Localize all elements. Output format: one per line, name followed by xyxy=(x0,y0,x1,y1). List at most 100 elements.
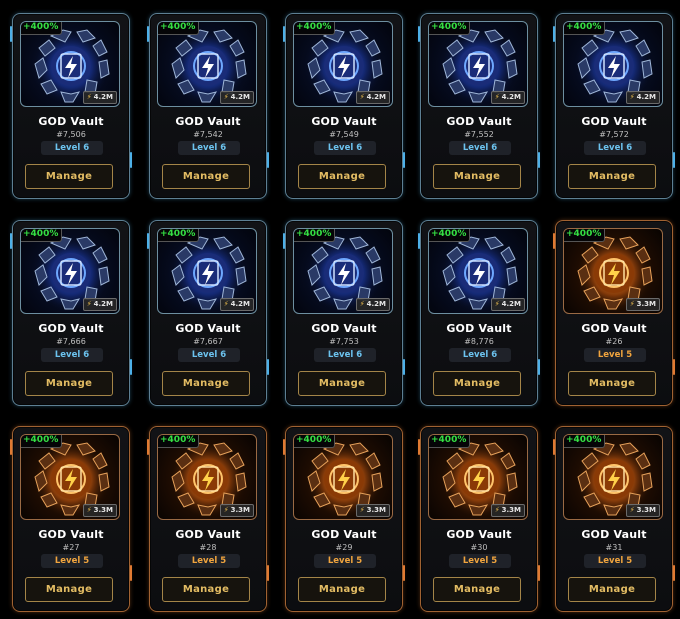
manage-button[interactable]: Manage xyxy=(25,164,113,189)
manage-button[interactable]: Manage xyxy=(298,577,386,602)
bonus-badge: +400% xyxy=(429,22,471,35)
lightning-bolt-icon: ⚡ xyxy=(359,93,365,101)
vault-card: +400% ⚡ 3.3M GOD Vault #29 Level 5 Manag… xyxy=(283,426,405,612)
level-badge: Level 6 xyxy=(178,141,240,155)
vault-image: +400% ⚡ 4.2M xyxy=(293,21,393,107)
vault-image: +400% ⚡ 4.2M xyxy=(20,228,120,314)
power-badge: ⚡ 4.2M xyxy=(355,91,390,104)
power-value: 3.3M xyxy=(366,506,386,514)
manage-button[interactable]: Manage xyxy=(298,371,386,396)
bonus-badge: +400% xyxy=(158,22,200,35)
power-value: 4.2M xyxy=(501,93,521,101)
vault-number: #8,776 xyxy=(464,337,494,346)
vault-number: #7,666 xyxy=(56,337,86,346)
vault-image: +400% ⚡ 3.3M xyxy=(428,434,528,520)
vault-image: +400% ⚡ 4.2M xyxy=(428,21,528,107)
lightning-bolt-icon: ⚡ xyxy=(359,300,365,308)
vault-name: GOD Vault xyxy=(311,115,377,128)
level-badge: Level 5 xyxy=(314,554,376,568)
manage-button[interactable]: Manage xyxy=(568,371,656,396)
vault-name: GOD Vault xyxy=(311,528,377,541)
vault-card: +400% ⚡ 4.2M GOD Vault #7,667 Level 6 Ma… xyxy=(147,220,269,406)
bonus-badge: +400% xyxy=(158,229,200,242)
manage-button[interactable]: Manage xyxy=(162,577,250,602)
vault-image: +400% ⚡ 4.2M xyxy=(157,21,257,107)
level-badge: Level 6 xyxy=(178,348,240,362)
level-badge: Level 6 xyxy=(449,348,511,362)
vault-name: GOD Vault xyxy=(175,322,241,335)
manage-button[interactable]: Manage xyxy=(25,371,113,396)
vault-number: #7,549 xyxy=(329,130,359,139)
vault-name: GOD Vault xyxy=(38,322,104,335)
manage-button[interactable]: Manage xyxy=(433,371,521,396)
lightning-bolt-icon: ⚡ xyxy=(494,506,500,514)
power-value: 3.3M xyxy=(501,506,521,514)
bonus-badge: +400% xyxy=(564,435,606,448)
lightning-bolt-icon: ⚡ xyxy=(86,300,92,308)
power-badge: ⚡ 4.2M xyxy=(490,91,525,104)
vault-name: GOD Vault xyxy=(581,115,647,128)
vault-number: #7,753 xyxy=(329,337,359,346)
power-badge: ⚡ 4.2M xyxy=(219,298,254,311)
power-value: 4.2M xyxy=(93,93,113,101)
vault-number: #26 xyxy=(605,337,623,346)
vault-name: GOD Vault xyxy=(38,528,104,541)
bonus-badge: +400% xyxy=(429,229,471,242)
power-badge: ⚡ 3.3M xyxy=(82,504,117,517)
manage-button[interactable]: Manage xyxy=(162,164,250,189)
level-badge: Level 6 xyxy=(584,141,646,155)
bonus-badge: +400% xyxy=(21,22,63,35)
power-value: 4.2M xyxy=(230,93,250,101)
vault-image: +400% ⚡ 4.2M xyxy=(428,228,528,314)
lightning-bolt-icon: ⚡ xyxy=(86,506,92,514)
vault-name: GOD Vault xyxy=(581,528,647,541)
vault-card: +400% ⚡ 4.2M GOD Vault #7,552 Level 6 Ma… xyxy=(418,13,540,199)
manage-button[interactable]: Manage xyxy=(568,164,656,189)
vault-card: +400% ⚡ 3.3M GOD Vault #28 Level 5 Manag… xyxy=(147,426,269,612)
power-badge: ⚡ 3.3M xyxy=(219,504,254,517)
manage-button[interactable]: Manage xyxy=(433,164,521,189)
lightning-bolt-icon: ⚡ xyxy=(223,506,229,514)
vault-name: GOD Vault xyxy=(581,322,647,335)
vault-number: #7,506 xyxy=(56,130,86,139)
bonus-badge: +400% xyxy=(158,435,200,448)
level-badge: Level 5 xyxy=(449,554,511,568)
power-value: 4.2M xyxy=(93,300,113,308)
power-badge: ⚡ 3.3M xyxy=(625,298,660,311)
vault-image: +400% ⚡ 3.3M xyxy=(157,434,257,520)
lightning-bolt-icon: ⚡ xyxy=(494,300,500,308)
lightning-bolt-icon: ⚡ xyxy=(359,506,365,514)
vault-image: +400% ⚡ 3.3M xyxy=(20,434,120,520)
vault-grid: +400% ⚡ 4.2M GOD Vault #7,506 Level 6 Ma… xyxy=(0,0,680,619)
manage-button[interactable]: Manage xyxy=(25,577,113,602)
power-badge: ⚡ 4.2M xyxy=(625,91,660,104)
level-badge: Level 6 xyxy=(314,348,376,362)
power-badge: ⚡ 4.2M xyxy=(82,298,117,311)
vault-name: GOD Vault xyxy=(38,115,104,128)
bonus-badge: +400% xyxy=(21,229,63,242)
manage-button[interactable]: Manage xyxy=(433,577,521,602)
manage-button[interactable]: Manage xyxy=(298,164,386,189)
power-badge: ⚡ 3.3M xyxy=(490,504,525,517)
vault-card: +400% ⚡ 4.2M GOD Vault #7,549 Level 6 Ma… xyxy=(283,13,405,199)
vault-number: #28 xyxy=(199,543,217,552)
power-value: 3.3M xyxy=(636,300,656,308)
manage-button[interactable]: Manage xyxy=(162,371,250,396)
level-badge: Level 6 xyxy=(449,141,511,155)
vault-number: #27 xyxy=(62,543,80,552)
vault-number: #29 xyxy=(335,543,353,552)
vault-card: +400% ⚡ 3.3M GOD Vault #30 Level 5 Manag… xyxy=(418,426,540,612)
power-value: 4.2M xyxy=(366,93,386,101)
vault-card: +400% ⚡ 4.2M GOD Vault #7,666 Level 6 Ma… xyxy=(10,220,132,406)
manage-button[interactable]: Manage xyxy=(568,577,656,602)
vault-name: GOD Vault xyxy=(446,115,512,128)
vault-number: #7,542 xyxy=(193,130,223,139)
level-badge: Level 6 xyxy=(41,141,103,155)
level-badge: Level 6 xyxy=(314,141,376,155)
vault-number: #7,572 xyxy=(599,130,629,139)
vault-number: #7,667 xyxy=(193,337,223,346)
lightning-bolt-icon: ⚡ xyxy=(629,93,635,101)
bonus-badge: +400% xyxy=(21,435,63,448)
vault-image: +400% ⚡ 4.2M xyxy=(293,228,393,314)
power-badge: ⚡ 4.2M xyxy=(355,298,390,311)
